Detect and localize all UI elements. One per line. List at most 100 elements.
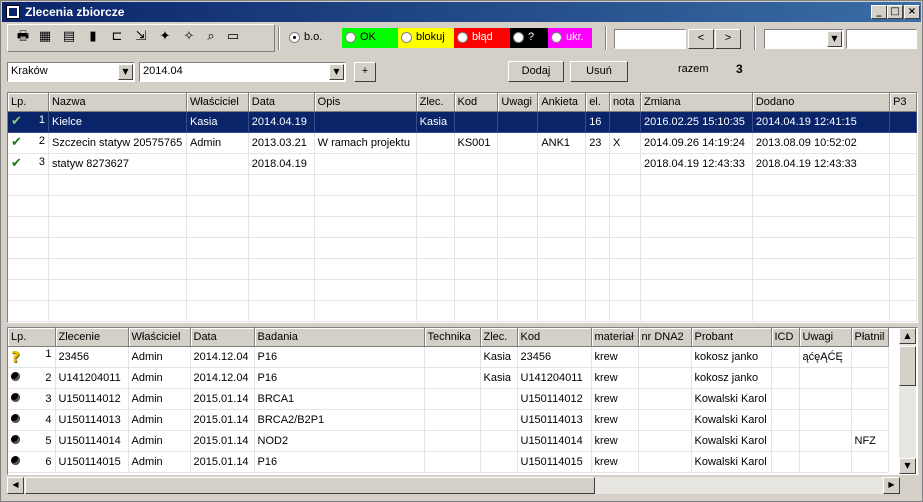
table-row[interactable]: 2 U141204011 Admin 2014.12.04 P16 Kasia U14120… (8, 367, 889, 389)
bottom_table-header-5[interactable]: Technika (424, 328, 481, 347)
table-cell (771, 430, 800, 452)
table-cell: 2014.04.19 12:41:15 (752, 111, 891, 133)
open-folder-icon[interactable]: ⊏ (106, 27, 128, 49)
magnifier-icon[interactable]: ⌕ (200, 27, 222, 49)
table-row[interactable]: 5 U150114014 Admin 2015.01.14 NOD2 U150114014… (8, 430, 889, 452)
wand-gray-icon[interactable]: ✧ (178, 27, 200, 49)
bottom_table-header-1[interactable]: Zlecenie (55, 328, 129, 347)
hscroll-thumb[interactable] (25, 477, 595, 494)
radio-blokuj-indicator[interactable] (401, 32, 412, 43)
minimize-button[interactable]: _ (871, 5, 887, 19)
radio-ukr-indicator[interactable] (551, 32, 562, 43)
scroll-thumb[interactable] (899, 346, 916, 386)
vertical-scrollbar[interactable]: ▲ ▼ (899, 328, 916, 474)
wand-icon[interactable]: ✦ (154, 27, 176, 49)
top_table-header-10[interactable]: nota (609, 93, 641, 112)
chevron-down-icon[interactable]: ▼ (329, 64, 344, 80)
table-cell: kokosz janko (691, 367, 772, 389)
extra-combo[interactable]: ▼ (764, 29, 844, 49)
city-combo[interactable]: Kraków ▼ (7, 62, 135, 82)
bottom_table-header-8[interactable]: materiał (591, 328, 639, 347)
table-row[interactable]: 6 U150114015 Admin 2015.01.14 P16 U150114015 k… (8, 451, 889, 473)
table-cell (851, 451, 889, 473)
top_table-header-9[interactable]: el. (585, 93, 611, 112)
top_table-header-0[interactable]: Lp. (8, 93, 49, 112)
bottom_table-header-12[interactable]: Uwagi (799, 328, 852, 347)
radio-bo-indicator[interactable] (289, 32, 300, 43)
orders-grid[interactable]: Lp. Nazwa Właściciel Data Opis Zlec. Kod Uwagi A… (7, 92, 918, 323)
table-cell: 2015.01.14 (190, 409, 255, 431)
radio-blokuj[interactable]: blokuj (398, 28, 454, 48)
top_table-header-3[interactable]: Data (248, 93, 315, 112)
table-row[interactable]: 4 U150114013 Admin 2015.01.14 BRCA2/B2P1 U150… (8, 409, 889, 431)
scroll-up-icon[interactable]: ▲ (899, 328, 916, 344)
radio-blad-indicator[interactable] (457, 32, 468, 43)
empty-cell (186, 237, 249, 259)
radio-bo[interactable]: b.o. (286, 28, 340, 48)
document-icon[interactable]: ▤ (58, 27, 80, 49)
top_table-header-1[interactable]: Nazwa (48, 93, 187, 112)
radio-ukr[interactable]: ukr. (548, 28, 592, 48)
top_table-header-2[interactable]: Właściciel (186, 93, 249, 112)
nav-prev-button[interactable]: < (688, 29, 714, 49)
extra-input[interactable] (846, 29, 917, 49)
top_table-header-8[interactable]: Ankieta (537, 93, 587, 112)
table-row[interactable]: 3 U150114012 Admin 2015.01.14 BRCA1 U15011401… (8, 388, 889, 410)
tests-grid[interactable]: Lp. Zlecenie Właściciel Data Badania Technika… (7, 327, 918, 475)
horizontal-scrollbar[interactable]: ◀ ▶ (7, 477, 900, 494)
radio-q[interactable]: ? (510, 28, 548, 48)
table-row[interactable]: ✔ 2 Szczecin statyw 20575765 Admin 2013.03.2… (8, 132, 917, 154)
scroll-down-icon[interactable]: ▼ (899, 458, 916, 474)
radio-ok[interactable]: OK (342, 28, 398, 48)
empty-cell (585, 300, 611, 322)
table-cell (424, 346, 481, 368)
table-cell (638, 388, 692, 410)
table-row[interactable]: ✔ 3 statyw 8273627 2018.04.19 2018.04.19 12:… (8, 153, 917, 175)
scroll-right-icon[interactable]: ▶ (883, 477, 900, 494)
chart-icon[interactable]: ▮ (82, 27, 104, 49)
bottom_table-header-10[interactable]: Probant (691, 328, 772, 347)
radio-q-indicator[interactable] (513, 32, 524, 43)
bottom_table-header-3[interactable]: Data (190, 328, 255, 347)
bottom_table-header-4[interactable]: Badania (254, 328, 425, 347)
empty-cell (889, 174, 917, 196)
table-cell: ? 1 (8, 346, 56, 368)
bottom_table-header-11[interactable]: ICD (771, 328, 800, 347)
title-bar[interactable]: Zlecenia zbiorcze _ □ × (2, 2, 921, 22)
table-cell: 23456 (55, 346, 129, 368)
table-cell: P16 (254, 346, 425, 368)
bottom_table-header-6[interactable]: Zlec. (480, 328, 518, 347)
top_table-header-12[interactable]: Dodano (752, 93, 891, 112)
scroll-left-icon[interactable]: ◀ (7, 477, 24, 494)
period-combo[interactable]: 2014.04 ▼ (139, 62, 346, 82)
navigator-input[interactable] (614, 29, 686, 49)
printer-icon[interactable]: 🖶 (12, 27, 34, 49)
top_table-header-7[interactable]: Uwagi (497, 93, 539, 112)
bottom_table-header-7[interactable]: Kod (517, 328, 592, 347)
table-row[interactable]: ✔ 1 Kielce Kasia 2014.04.19 Kasia 16 2016.02.25… (8, 111, 917, 133)
bottom_table-header-0[interactable]: Lp. (8, 328, 56, 347)
radio-blad[interactable]: błąd (454, 28, 510, 48)
card-icon[interactable]: ▭ (222, 27, 244, 49)
radio-ok-indicator[interactable] (345, 32, 356, 43)
bottom_table-header-2[interactable]: Właściciel (128, 328, 191, 347)
close-button[interactable]: × (904, 5, 920, 19)
top_table-header-6[interactable]: Kod (454, 93, 499, 112)
table-cell: 2018.04.19 12:43:33 (640, 153, 753, 175)
calculator-icon[interactable]: ▦ (34, 27, 56, 49)
maximize-button[interactable]: □ (887, 5, 903, 19)
chevron-down-icon[interactable]: ▼ (827, 31, 842, 47)
top_table-header-4[interactable]: Opis (314, 93, 417, 112)
bottom_table-header-13[interactable]: Płatnil (851, 328, 889, 347)
add-button[interactable]: Dodaj (508, 61, 564, 82)
folder-arrow-icon[interactable]: ⇲ (130, 27, 152, 49)
top_table-header-11[interactable]: Zmiana (640, 93, 753, 112)
bottom_table-header-9[interactable]: nr DNA2 (638, 328, 692, 347)
add-period-button[interactable]: + (354, 62, 376, 82)
nav-next-button[interactable]: > (715, 29, 741, 49)
top_table-header-13[interactable]: P3 (889, 93, 917, 112)
remove-button[interactable]: Usuń (570, 61, 628, 82)
top_table-header-5[interactable]: Zlec. (416, 93, 455, 112)
table-row[interactable]: ? 1 23456 Admin 2014.12.04 P16 Kasia 23456 krew k… (8, 346, 889, 368)
chevron-down-icon[interactable]: ▼ (118, 64, 133, 80)
